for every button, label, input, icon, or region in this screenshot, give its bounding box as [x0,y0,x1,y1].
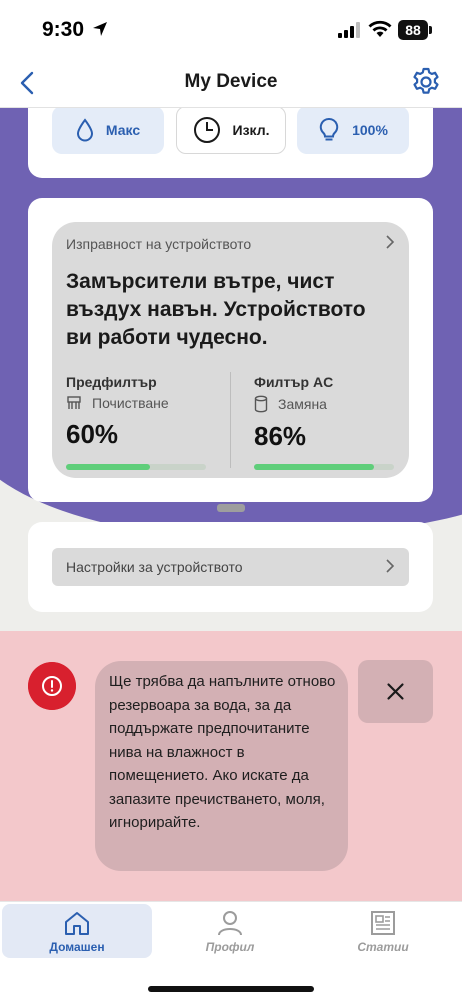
battery-level: 88 [398,20,428,40]
prefilter-percent: 60% [66,419,119,449]
alert-close-button[interactable] [358,660,433,723]
exclamation-circle-icon [28,662,76,710]
prefilter-name: Предфилтър [66,374,157,390]
nav-item-articles[interactable]: Статии [308,910,458,954]
filter-divider [230,372,231,468]
modes-card: Макс Изкл. 100% [28,108,433,178]
cellular-signal-icon [338,22,360,38]
home-icon [65,912,89,935]
status-bar: 9:30 88 [0,0,462,58]
humidity-mode-label: Макс [105,122,141,138]
ac-filter-action: Замяна [254,395,404,413]
nav-item-profile[interactable]: Профил [155,910,305,954]
bottom-navigation: Домашен Профил Статии [0,901,462,999]
device-content[interactable]: Макс Изкл. 100% Изправност на устройство… [0,108,462,631]
brush-icon [67,396,81,409]
gear-icon[interactable] [410,66,442,98]
chevron-right-icon [386,559,395,573]
timer-mode-label: Изкл. [232,122,270,138]
nav-home-label: Домашен [49,940,105,954]
alert-message-box: Ще трябва да напълните отново резервоара… [95,661,348,871]
ac-filter-action-label: Замяна [278,396,327,412]
ac-filter-progress-fill [254,464,375,470]
chevron-right-icon [386,235,395,249]
water-tank-alert: Ще трябва да напълните отново резервоара… [0,631,462,901]
prefilter-status: Предфилтър Почистване 60% [66,374,216,450]
ac-filter-progress-bar [254,464,394,470]
ac-filter-percent: 86% [254,421,307,451]
prefilter-progress-fill [66,464,150,470]
prefilter-action: Почистване [66,395,216,411]
device-health-panel[interactable]: Изправност на устройството Замърсители в… [52,222,409,478]
prefilter-action-label: Почистване [92,395,169,411]
device-health-title: Изправност на устройството [66,236,252,252]
lightbulb-icon [319,117,339,141]
prefilter-progress-bar [66,464,206,470]
cylinder-filter-icon [254,395,268,413]
ac-filter-name: Филтър AC [254,374,334,390]
device-settings-label: Настройки за устройството [66,559,243,575]
location-arrow-icon [93,22,107,36]
device-settings-card: Настройки за устройството [28,522,433,612]
page-title: My Device [184,71,278,92]
close-icon [387,683,404,700]
nav-articles-label: Статии [357,940,409,954]
humidity-mode-button[interactable]: Макс [52,108,164,154]
water-drop-icon [76,118,93,142]
light-mode-label: 100% [352,122,388,138]
nav-item-home[interactable]: Домашен [2,910,152,954]
timer-mode-button[interactable]: Изкл. [176,108,286,154]
device-settings-button[interactable]: Настройки за устройството [52,548,409,586]
newspaper-icon [371,911,395,935]
ac-filter-status: Филтър AC Замяна 86% [254,374,404,452]
alert-message: Ще трябва да напълните отново резервоара… [109,673,336,831]
clock-icon [193,117,220,143]
drag-handle[interactable] [217,504,245,512]
wifi-icon [368,20,392,37]
battery-tip [429,26,432,34]
device-health-message: Замърсители вътре, чист въздух навън. Ус… [66,270,366,349]
device-health-card: Изправност на устройството Замърсители в… [28,198,433,502]
status-time: 9:30 [42,18,85,41]
home-indicator [148,986,314,992]
app-header: My Device [0,58,462,108]
person-icon [218,911,242,936]
nav-profile-label: Профил [205,940,255,954]
light-mode-button[interactable]: 100% [297,108,409,154]
